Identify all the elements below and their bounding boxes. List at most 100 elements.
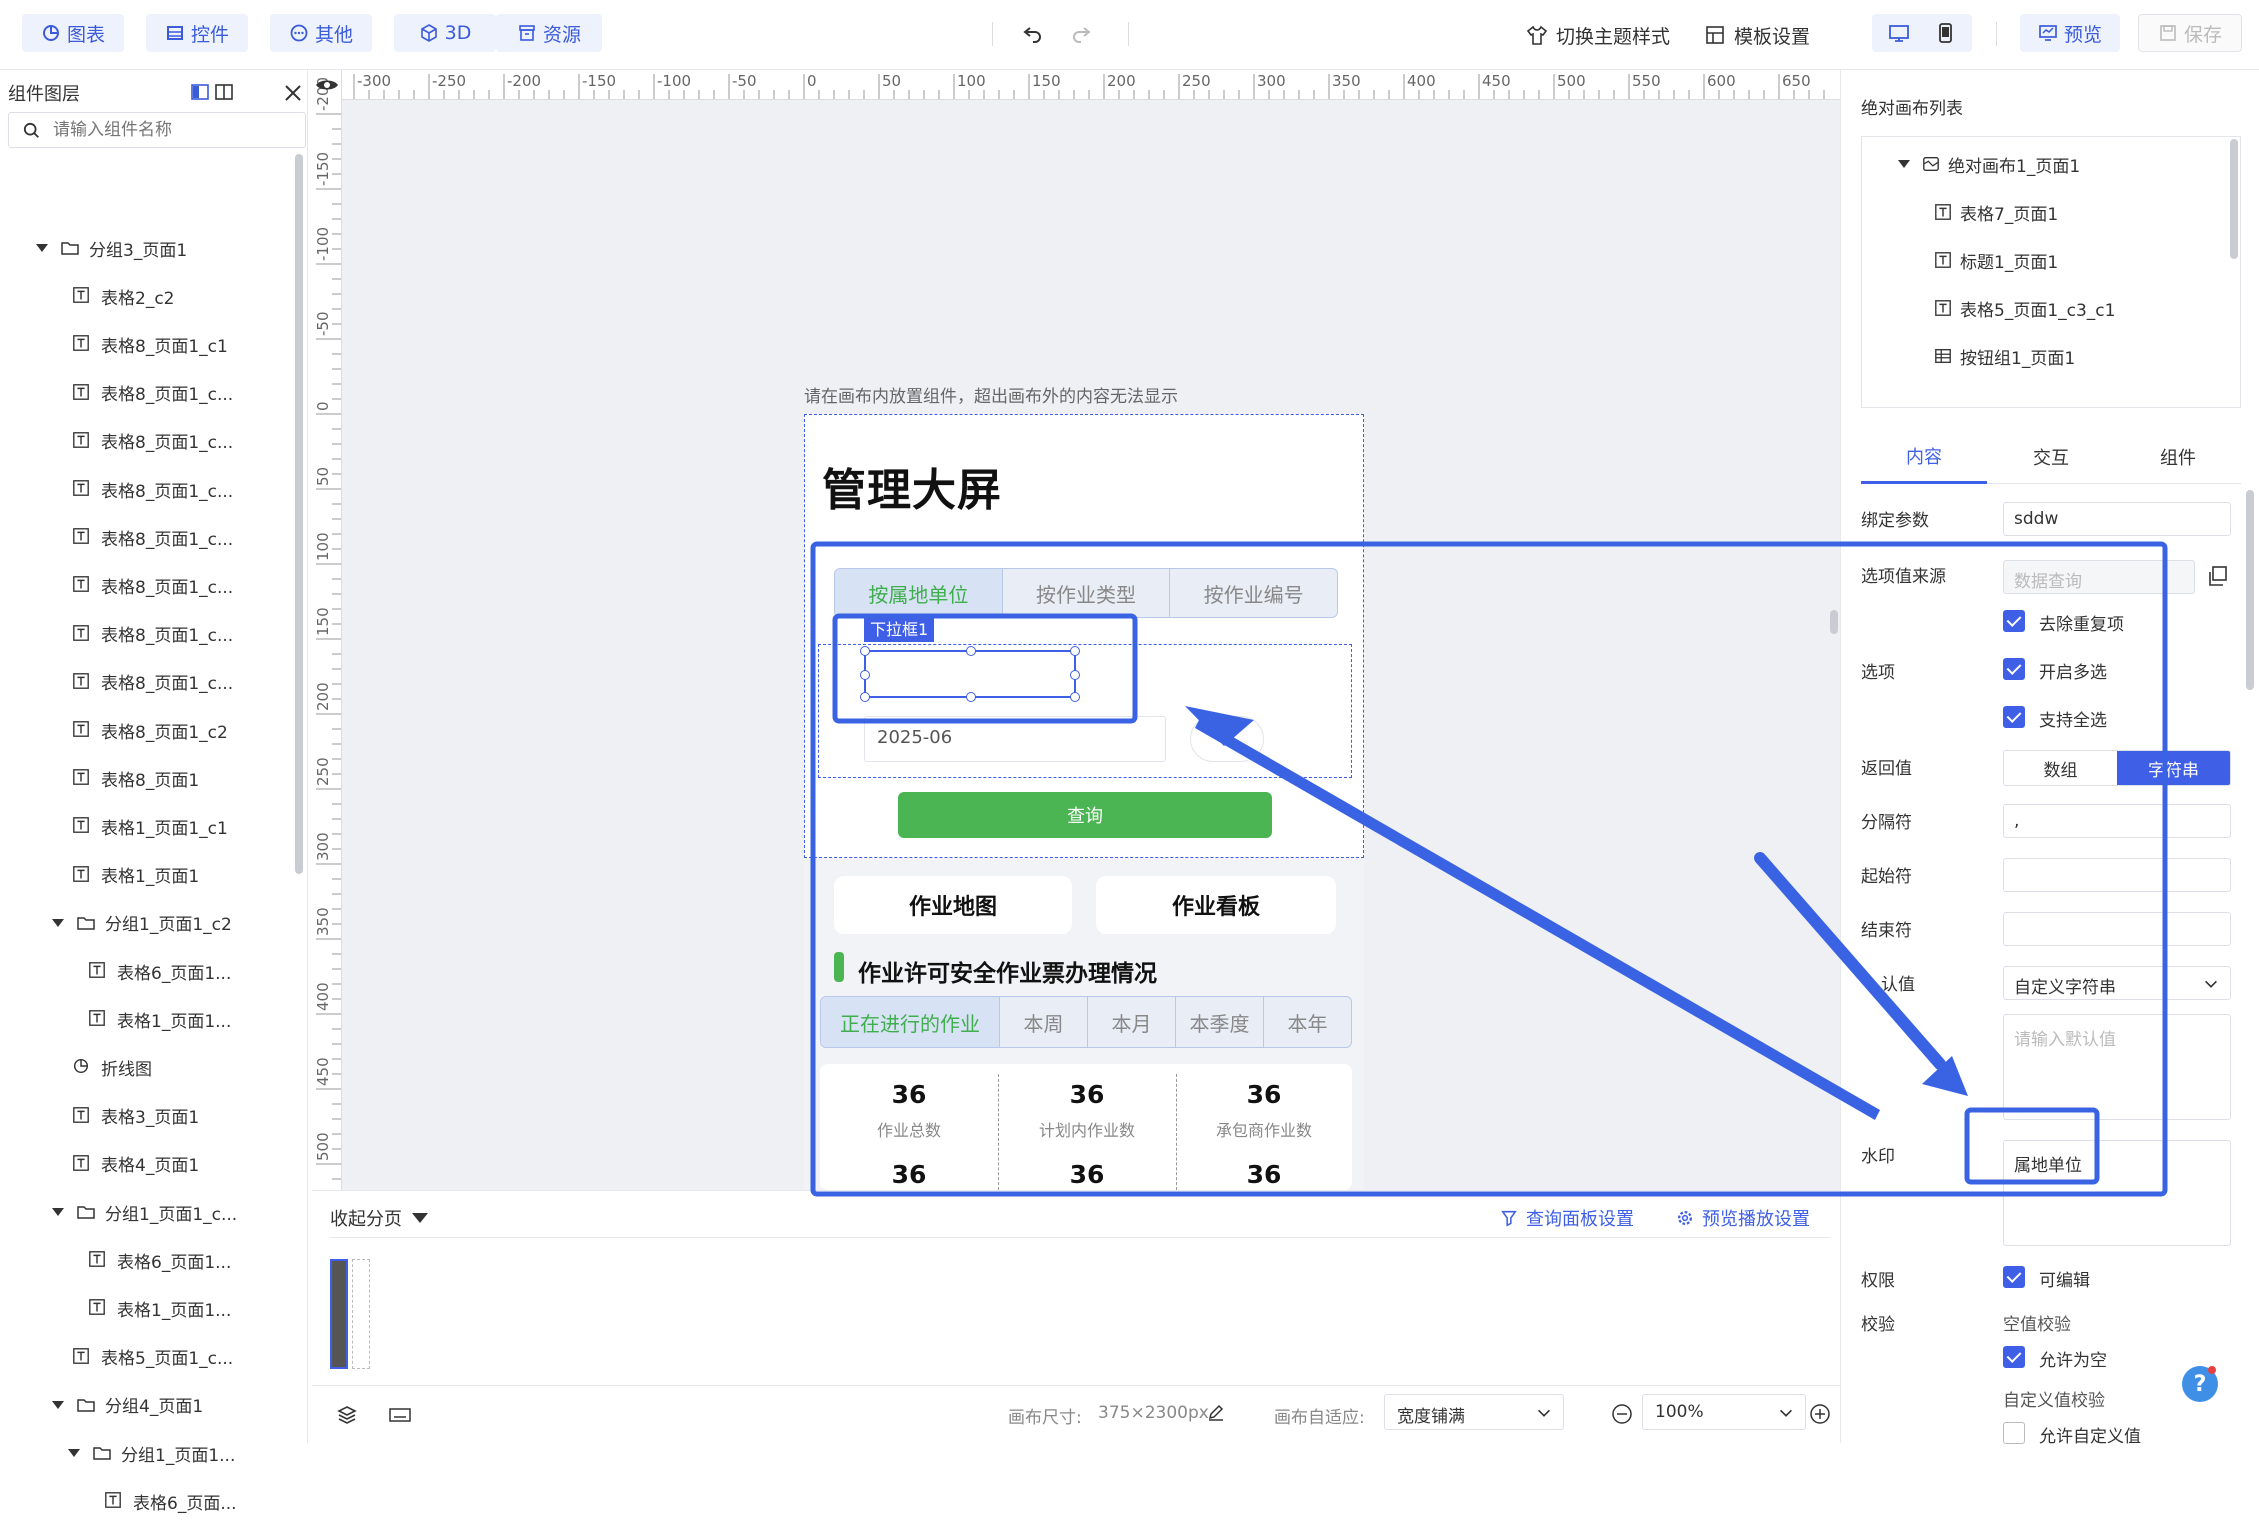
edit-icon[interactable] — [1206, 1402, 1226, 1422]
layer-item[interactable]: 表格8_页面1_c... — [72, 421, 233, 461]
watermark-textarea[interactable]: 属地单位 — [2003, 1140, 2231, 1246]
resize-handle[interactable] — [1070, 646, 1080, 656]
redo-icon[interactable] — [1066, 18, 1096, 48]
start-char-input[interactable] — [2003, 858, 2231, 892]
allow-empty-checkbox[interactable] — [2003, 1346, 2025, 1368]
canvas-adapt-select[interactable]: 宽度铺满 — [1384, 1394, 1564, 1430]
separator-input[interactable]: , — [2003, 804, 2231, 838]
keyboard-icon[interactable] — [388, 1404, 412, 1426]
tab-by-unit[interactable]: 按属地单位 — [835, 569, 1002, 617]
layout-panel-icon[interactable] — [214, 82, 234, 102]
zoom-in-icon[interactable] — [1808, 1402, 1832, 1426]
3d-menu-button[interactable]: 3D — [394, 14, 496, 52]
board-card[interactable]: 作业看板 — [1096, 876, 1336, 934]
layer-item[interactable]: 表格3_页面1 — [72, 1096, 199, 1136]
bind-param-input[interactable]: sddw — [2003, 502, 2231, 536]
layer-item[interactable]: 表格6_页面1... — [88, 1240, 231, 1280]
canvas-list-item[interactable]: 绝对画布1_页面1 — [1898, 147, 2080, 181]
caret-down-icon[interactable] — [52, 1400, 64, 1409]
layer-item[interactable]: 表格1_页面1 — [72, 855, 199, 895]
canvas-list-item[interactable]: 按钮组1_页面1 — [1934, 339, 2075, 373]
canvas-list-item[interactable]: 标题1_页面1 — [1934, 243, 2058, 277]
multi-select-checkbox[interactable] — [2003, 658, 2025, 680]
tab-component[interactable]: 组件 — [2115, 430, 2241, 484]
layer-item[interactable]: 表格1_页面1... — [88, 999, 231, 1039]
layer-item[interactable]: 表格4_页面1 — [72, 1144, 199, 1184]
undo-icon[interactable] — [1018, 18, 1048, 48]
layer-item[interactable]: 表格8_页面1_c1 — [72, 324, 228, 364]
resize-handle[interactable] — [1070, 692, 1080, 702]
template-settings-button[interactable]: 模板设置 — [1704, 20, 1810, 50]
return-array-option[interactable]: 数组 — [2004, 751, 2117, 785]
other-menu-button[interactable]: 其他 — [270, 14, 372, 52]
copy-icon[interactable] — [2205, 564, 2229, 588]
layer-item[interactable]: 表格8_页面1_c... — [72, 565, 233, 605]
close-icon[interactable] — [282, 82, 304, 104]
layer-item[interactable]: 表格8_页面1_c... — [72, 469, 233, 509]
option-source-input[interactable]: 数据查询 — [2003, 560, 2195, 594]
collapse-pages-toggle[interactable]: 收起分页 — [330, 1205, 428, 1231]
end-char-input[interactable] — [2003, 912, 2231, 946]
switch-theme-button[interactable]: 切换主题样式 — [1526, 20, 1670, 50]
tab-quarter[interactable]: 本季度 — [1175, 997, 1263, 1047]
resize-handle[interactable] — [1070, 670, 1080, 680]
layer-group-item[interactable]: 分组1_页面1_c2 — [52, 903, 232, 943]
screen-canvas[interactable]: 管理大屏 按属地单位 按作业类型 按作业编号 下拉框1 2025-06 查询 作… — [804, 414, 1364, 1190]
caret-down-icon[interactable] — [1898, 160, 1910, 168]
caret-down-icon[interactable] — [52, 1208, 64, 1216]
editable-checkbox[interactable] — [2003, 1266, 2025, 1288]
default-value-textarea[interactable]: 请输入默认值 — [2003, 1014, 2231, 1120]
preview-play-settings-button[interactable]: 预览播放设置 — [1676, 1205, 1810, 1231]
layer-group-item[interactable]: 分组1_页面1... — [68, 1433, 235, 1473]
layout-split-icon[interactable] — [190, 82, 210, 102]
layer-item[interactable]: 表格2_c2 — [72, 276, 174, 316]
query-button[interactable]: 查询 — [898, 792, 1272, 838]
layer-scrollbar[interactable] — [295, 154, 303, 874]
reset-button[interactable] — [1190, 716, 1264, 762]
layer-item[interactable]: 表格6_页面1... — [88, 951, 231, 991]
layer-group-item[interactable]: 分组1_页面1_c... — [52, 1192, 237, 1232]
page-thumbnail[interactable] — [352, 1259, 370, 1369]
resize-handle[interactable] — [966, 646, 976, 656]
page-thumbnail[interactable] — [330, 1259, 348, 1369]
preview-button[interactable]: 预览 — [2020, 14, 2120, 52]
canvas-list-item[interactable]: 表格5_页面1_c3_c1 — [1934, 291, 2115, 325]
select-all-checkbox[interactable] — [2003, 706, 2025, 728]
save-button[interactable]: 保存 — [2138, 14, 2242, 52]
eye-icon[interactable] — [314, 74, 340, 96]
default-type-select[interactable]: 自定义字符串 — [2003, 966, 2231, 1000]
tab-week[interactable]: 本周 — [999, 997, 1087, 1047]
return-string-option[interactable]: 字符串 — [2117, 751, 2230, 785]
layer-item[interactable]: 表格6_页面... — [104, 1481, 237, 1521]
caret-down-icon[interactable] — [36, 244, 48, 252]
tab-by-number[interactable]: 按作业编号 — [1169, 569, 1337, 617]
resize-handle[interactable] — [860, 646, 870, 656]
zoom-out-icon[interactable] — [1610, 1402, 1634, 1426]
zoom-select[interactable]: 100% — [1642, 1394, 1806, 1430]
layer-group-item[interactable]: 分组4_页面1 — [52, 1385, 203, 1425]
layer-group-item[interactable]: 分组3_页面1 — [36, 228, 187, 268]
mobile-view-icon[interactable] — [1928, 20, 1962, 46]
layer-item[interactable]: 表格1_页面1... — [88, 1288, 231, 1328]
layer-item[interactable]: 表格8_页面1_c... — [72, 517, 233, 557]
layer-item[interactable]: 折线图 — [72, 1047, 152, 1087]
layer-search-box[interactable] — [8, 112, 306, 148]
desktop-view-icon[interactable] — [1882, 20, 1916, 46]
tab-content[interactable]: 内容 — [1861, 430, 1987, 484]
layer-item[interactable]: 表格1_页面1_c1 — [72, 806, 228, 846]
resize-handle[interactable] — [860, 670, 870, 680]
map-card[interactable]: 作业地图 — [834, 876, 1072, 934]
canvas-scrollbar[interactable] — [1830, 610, 1838, 634]
layer-item[interactable]: 表格8_页面1 — [72, 758, 199, 798]
resize-handle[interactable] — [860, 692, 870, 702]
layer-item[interactable]: 表格8_页面1_c2 — [72, 710, 228, 750]
canvas-list-item[interactable]: 表格7_页面1 — [1934, 195, 2058, 229]
date-field[interactable]: 2025-06 — [864, 716, 1166, 762]
control-menu-button[interactable]: 控件 — [146, 14, 248, 52]
tab-ongoing[interactable]: 正在进行的作业 — [821, 997, 999, 1047]
tab-year[interactable]: 本年 — [1263, 997, 1351, 1047]
layer-item[interactable]: 表格8_页面1_c... — [72, 373, 233, 413]
tab-by-type[interactable]: 按作业类型 — [1001, 569, 1170, 617]
canvas-list-scrollbar[interactable] — [2230, 139, 2238, 259]
dedupe-checkbox[interactable] — [2003, 610, 2025, 632]
